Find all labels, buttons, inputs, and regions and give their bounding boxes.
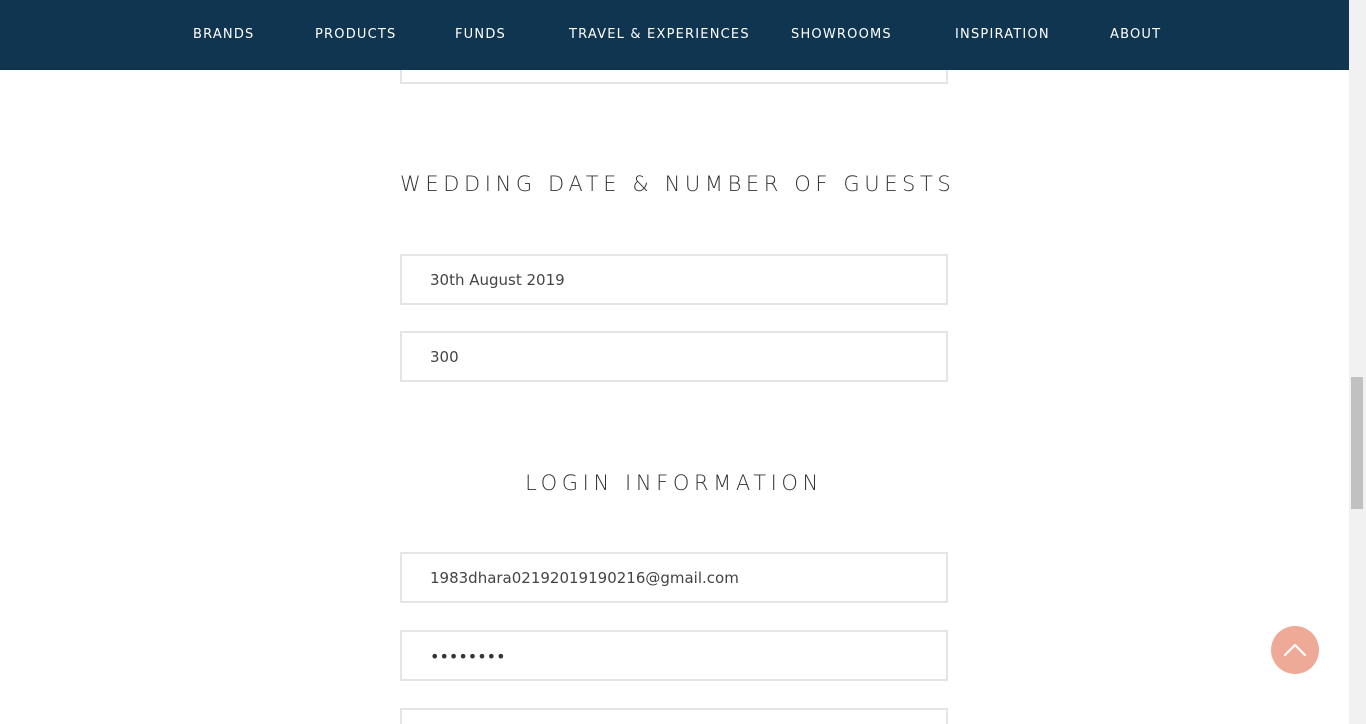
login-section-title: LOGIN INFORMATION: [525, 471, 823, 495]
nav-item-products[interactable]: PRODUCTS: [315, 0, 397, 70]
wedding-date-field[interactable]: 30th August 2019: [400, 254, 948, 305]
page-scrollbar[interactable]: [1349, 0, 1366, 724]
wedding-section-title: WEDDING DATE & NUMBER OF GUESTS: [400, 172, 956, 196]
guest-count-field[interactable]: 300: [400, 331, 948, 382]
registry-signup-page: BRANDS PRODUCTS FUNDS TRAVEL & EXPERIENC…: [0, 0, 1366, 724]
email-field[interactable]: 1983dhara02192019190216@gmail.com: [400, 552, 948, 603]
nav-item-inspiration[interactable]: INSPIRATION: [955, 0, 1050, 70]
top-navigation: BRANDS PRODUCTS FUNDS TRAVEL & EXPERIENC…: [0, 0, 1349, 70]
back-to-top-button[interactable]: [1271, 626, 1319, 674]
chevron-up-icon: [1283, 643, 1307, 657]
password-value: ••••••••: [430, 647, 506, 666]
next-form-field[interactable]: [400, 708, 948, 724]
nav-item-funds[interactable]: FUNDS: [455, 0, 506, 70]
nav-item-showrooms[interactable]: SHOWROOMS: [791, 0, 892, 70]
nav-item-brands[interactable]: BRANDS: [193, 0, 255, 70]
nav-item-about[interactable]: ABOUT: [1110, 0, 1161, 70]
scrollbar-thumb[interactable]: [1351, 377, 1363, 509]
wedding-date-value: 30th August 2019: [430, 271, 565, 289]
guest-count-value: 300: [430, 348, 459, 366]
nav-item-travel-experiences[interactable]: TRAVEL & EXPERIENCES: [569, 0, 750, 70]
password-field[interactable]: ••••••••: [400, 630, 948, 681]
email-value: 1983dhara02192019190216@gmail.com: [430, 569, 739, 587]
